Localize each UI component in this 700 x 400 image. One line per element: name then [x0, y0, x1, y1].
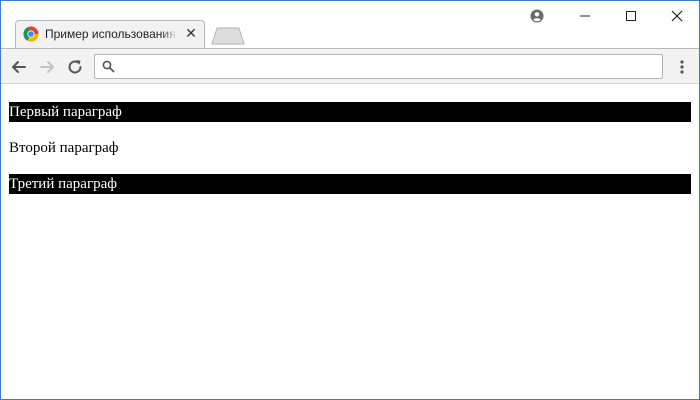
minimize-icon[interactable] — [575, 7, 595, 25]
browser-toolbar — [1, 48, 699, 84]
search-icon — [102, 60, 115, 73]
close-icon[interactable]: ✕ — [184, 27, 198, 41]
close-icon[interactable] — [667, 7, 687, 25]
page-content: Первый параграф Второй параграф Третий п… — [1, 85, 699, 399]
chrome-favicon-icon — [23, 26, 39, 42]
tab-title: Пример использования — [45, 27, 176, 41]
browser-window: Пример использования ✕ Первый параграф В… — [0, 0, 700, 400]
paragraph-second: Второй параграф — [9, 138, 691, 158]
account-circle-icon[interactable] — [529, 7, 545, 25]
paragraph-first: Первый параграф — [9, 102, 691, 122]
new-tab-button[interactable] — [211, 27, 245, 45]
tab-strip: Пример использования ✕ — [1, 1, 699, 48]
reload-icon[interactable] — [65, 57, 85, 77]
arrow-right-icon[interactable] — [37, 57, 57, 77]
arrow-left-icon[interactable] — [9, 57, 29, 77]
address-bar[interactable] — [94, 54, 663, 79]
kebab-menu-icon[interactable] — [675, 57, 689, 77]
paragraph-third: Третий параграф — [9, 174, 691, 194]
maximize-icon[interactable] — [621, 7, 641, 25]
omnibox-input[interactable] — [121, 57, 651, 76]
